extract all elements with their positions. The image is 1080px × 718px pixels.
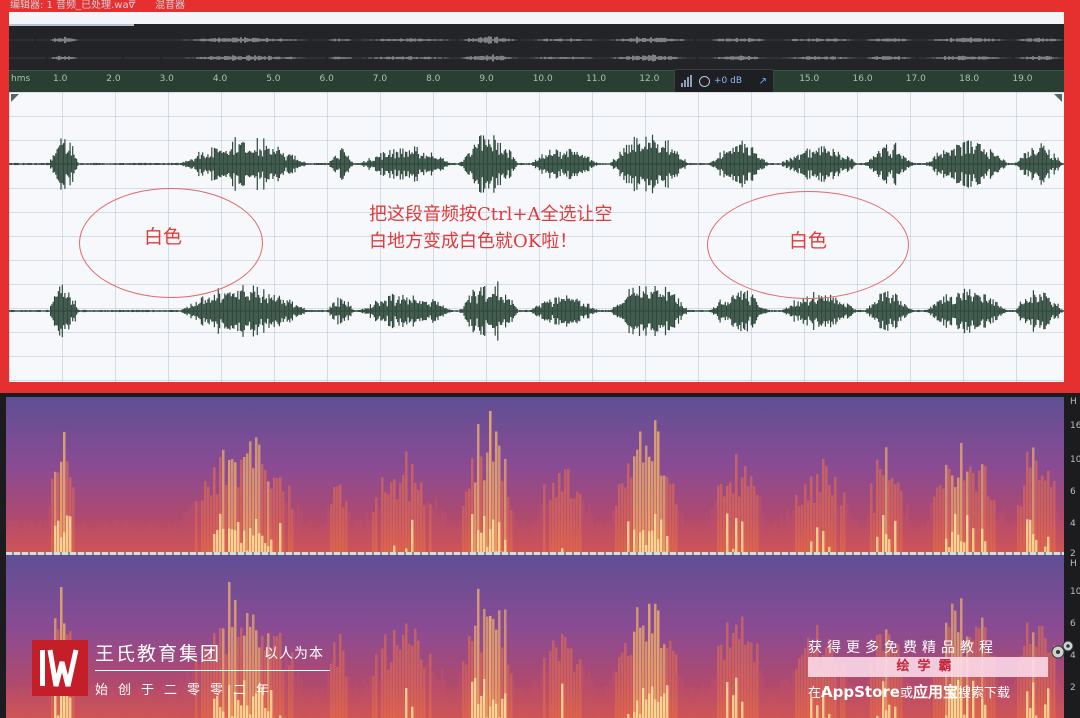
overview-navigator[interactable]	[9, 24, 1064, 70]
ruler-tick: 19.0	[1012, 74, 1033, 84]
ruler-tick: 10.0	[532, 74, 553, 84]
ruler-tick: 11.0	[586, 74, 607, 84]
annotation-label-left: 白色	[144, 226, 183, 248]
volume-knob-icon[interactable]	[699, 75, 710, 87]
waveform-display[interactable]: 白色 白色 把这段音频按Ctrl+A全选让空白地方变成白色就OK啦！	[9, 92, 1064, 382]
ruler-tick: 4.0	[212, 74, 228, 84]
level-meter-icon	[681, 75, 695, 87]
overview-trace	[9, 36, 1064, 62]
volume-gain-value: +0 dB	[714, 76, 743, 86]
frequency-label: 6	[1070, 487, 1076, 497]
promo-store-text: 在AppStore或应用宝搜索下载	[808, 683, 1010, 701]
brand-logo	[32, 640, 88, 696]
gear-icon[interactable]	[1050, 638, 1076, 660]
brand-divider	[95, 670, 330, 671]
frequency-label: 10	[1070, 455, 1080, 465]
fade-out-handle-icon[interactable]	[1054, 94, 1062, 102]
frequency-label: 2	[1070, 549, 1076, 559]
tab-editor-file[interactable]: 编辑器: 1 音频_已处理.wav	[10, 0, 135, 11]
waveform-editor: hms 1.0 2.0 3.0 4.0 5.0 6.0 7.0 8.0 9.0 10.0 11.0 1…	[9, 12, 1064, 382]
promo-title: 获得更多免费精品教程	[808, 640, 998, 656]
tab-mixer[interactable]: 混音器	[155, 0, 185, 11]
annotation-label-right: 白色	[789, 230, 828, 252]
tab-menu-icon[interactable]: ≡	[128, 0, 136, 7]
ruler-tick: 8.0	[426, 74, 441, 84]
ruler-tick: 7.0	[372, 74, 388, 84]
ruler-tick: 18.0	[959, 74, 980, 84]
frequency-label: 10	[1070, 587, 1080, 597]
channel-divider[interactable]	[6, 552, 1064, 555]
ruler-tick: 9.0	[479, 74, 494, 84]
ruler-tick: 17.0	[905, 74, 926, 84]
overview-waveform	[9, 24, 1064, 62]
brand-logo-icon	[40, 649, 79, 687]
ruler-tick: 2.0	[106, 74, 121, 84]
ruler-tick: 16.0	[852, 74, 873, 84]
ruler-tick: 6.0	[319, 74, 334, 84]
frequency-label: 2	[1070, 683, 1076, 693]
brand-motto: 以人为本	[264, 646, 324, 662]
brand-name: 王氏教育集团	[95, 643, 222, 665]
time-ruler[interactable]: hms 1.0 2.0 3.0 4.0 5.0 6.0 7.0 8.0 9.0 10.0 11.0 1…	[9, 69, 1064, 93]
ruler-tick: 1.0	[53, 74, 68, 84]
frequency-label: H	[1070, 397, 1077, 407]
frequency-label: 4	[1070, 519, 1076, 529]
volume-hud[interactable]: +0 dB ↗	[674, 69, 774, 93]
pin-icon[interactable]: ↗	[759, 76, 767, 87]
ruler-unit: hms	[11, 74, 31, 84]
brand-since: 始创于二零零二年	[95, 683, 280, 698]
frequency-scale: H 16 10 6 4 2 H 10 6 4 2	[1068, 397, 1080, 718]
frequency-label: H	[1070, 559, 1077, 569]
frequency-label: 6	[1070, 619, 1076, 629]
annotation-instruction: 把这段音频按Ctrl+A全选让空白地方变成白色就OK啦！	[369, 204, 613, 252]
ruler-tick: 3.0	[159, 74, 174, 84]
promo-app-badge: 绘学霸	[808, 657, 1048, 677]
editor-tab-bar: 编辑器: 1 音频_已处理.wav ≡ 混音器	[0, 0, 1080, 12]
active-tab-underline	[9, 24, 134, 26]
frequency-label: 16	[1070, 421, 1080, 431]
ruler-tick: 12.0	[639, 74, 660, 84]
ruler-tick: 5.0	[266, 74, 281, 84]
highlight-frame: 编辑器: 1 音频_已处理.wav ≡ 混音器 hms 1.0 2.0 3.0 4.0…	[0, 0, 1080, 393]
ruler-tick: 15.0	[799, 74, 820, 84]
fade-in-handle-icon[interactable]	[11, 94, 19, 102]
